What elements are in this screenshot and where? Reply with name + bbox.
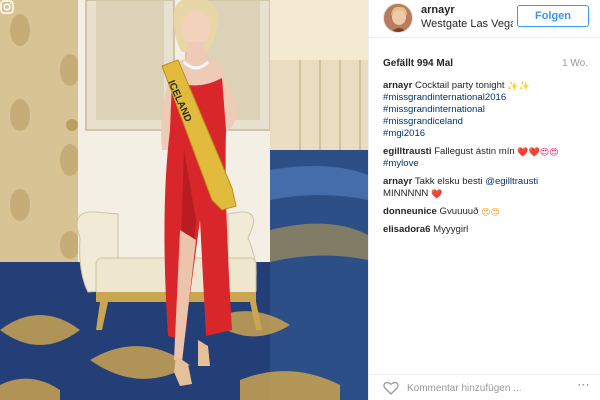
hashtag-link[interactable]: #mgi2016	[383, 128, 595, 140]
hashtag-link[interactable]: #missgrandiceland	[383, 116, 595, 128]
comment-username[interactable]: elisadora6	[383, 224, 430, 235]
post-header: arnayr Westgate Las Vegas Resort & Casin…	[369, 0, 600, 38]
door-knob	[66, 119, 78, 131]
follow-button[interactable]: Folgen	[517, 5, 589, 27]
hearts-and-faces-emoji: ❤️❤️😍😍	[517, 147, 559, 157]
comment-username[interactable]: egilltrausti	[383, 146, 432, 157]
heart-outline-icon[interactable]	[383, 381, 399, 395]
post-side-panel: arnayr Westgate Las Vegas Resort & Casin…	[368, 0, 600, 400]
heart-eyes-emoji: 😍😍	[481, 207, 500, 217]
comment-item: egilltrausti Fallegust ástin mín ❤️❤️😍😍 …	[383, 146, 595, 170]
comment-username[interactable]: arnayr	[383, 176, 412, 187]
username[interactable]: arnayr	[421, 4, 455, 16]
post-age[interactable]: 1 Wo.	[562, 58, 588, 69]
likes-count[interactable]: Gefällt 994 Mal	[383, 58, 453, 69]
comment-username[interactable]: arnayr	[383, 80, 412, 91]
post-photo[interactable]: ICELAND	[0, 0, 368, 400]
heart-emoji: ❤️	[430, 189, 443, 199]
hashtag-link[interactable]: #missgrandinternational2016	[383, 92, 595, 104]
comment-item: donneunice Gvuuuuð 😍😍	[383, 206, 595, 218]
comment-text-line: MINNNNN ❤️	[383, 188, 595, 200]
mention-link[interactable]: @egilltrausti	[485, 176, 538, 187]
comment-username[interactable]: donneunice	[383, 206, 437, 217]
comment-item: arnayr Cocktail party tonight ✨✨ #missgr…	[383, 80, 595, 140]
hashtag-link[interactable]: #mylove	[383, 158, 595, 170]
avatar[interactable]	[383, 3, 413, 33]
comment-bar: ⋯	[369, 374, 600, 400]
sparkles-emoji: ✨✨	[507, 81, 530, 91]
hashtag-link[interactable]: #missgrandinternational	[383, 104, 595, 116]
add-comment-input[interactable]	[407, 381, 557, 395]
instagram-glyph-icon	[0, 0, 14, 14]
comment-text: Fallegust ástin mín	[434, 146, 515, 157]
comment-text: Takk elsku besti	[414, 176, 483, 187]
comments-list: arnayr Cocktail party tonight ✨✨ #missgr…	[383, 80, 595, 242]
more-options-icon[interactable]: ⋯	[577, 377, 591, 393]
photo-illustration: ICELAND	[0, 0, 368, 400]
comment-text: Gvuuuuð	[439, 206, 479, 217]
comment-text: Cocktail party tonight	[415, 80, 505, 91]
location-link[interactable]: Westgate Las Vegas Resort & Casino	[421, 18, 513, 30]
comment-text-continued: MINNNNN	[383, 188, 429, 199]
avatar-image	[384, 4, 412, 32]
comment-text: Myyygirl	[433, 224, 469, 235]
comment-item: elisadora6 Myyygirl	[383, 224, 595, 236]
comment-item: arnayr Takk elsku besti @egilltrausti MI…	[383, 176, 595, 200]
